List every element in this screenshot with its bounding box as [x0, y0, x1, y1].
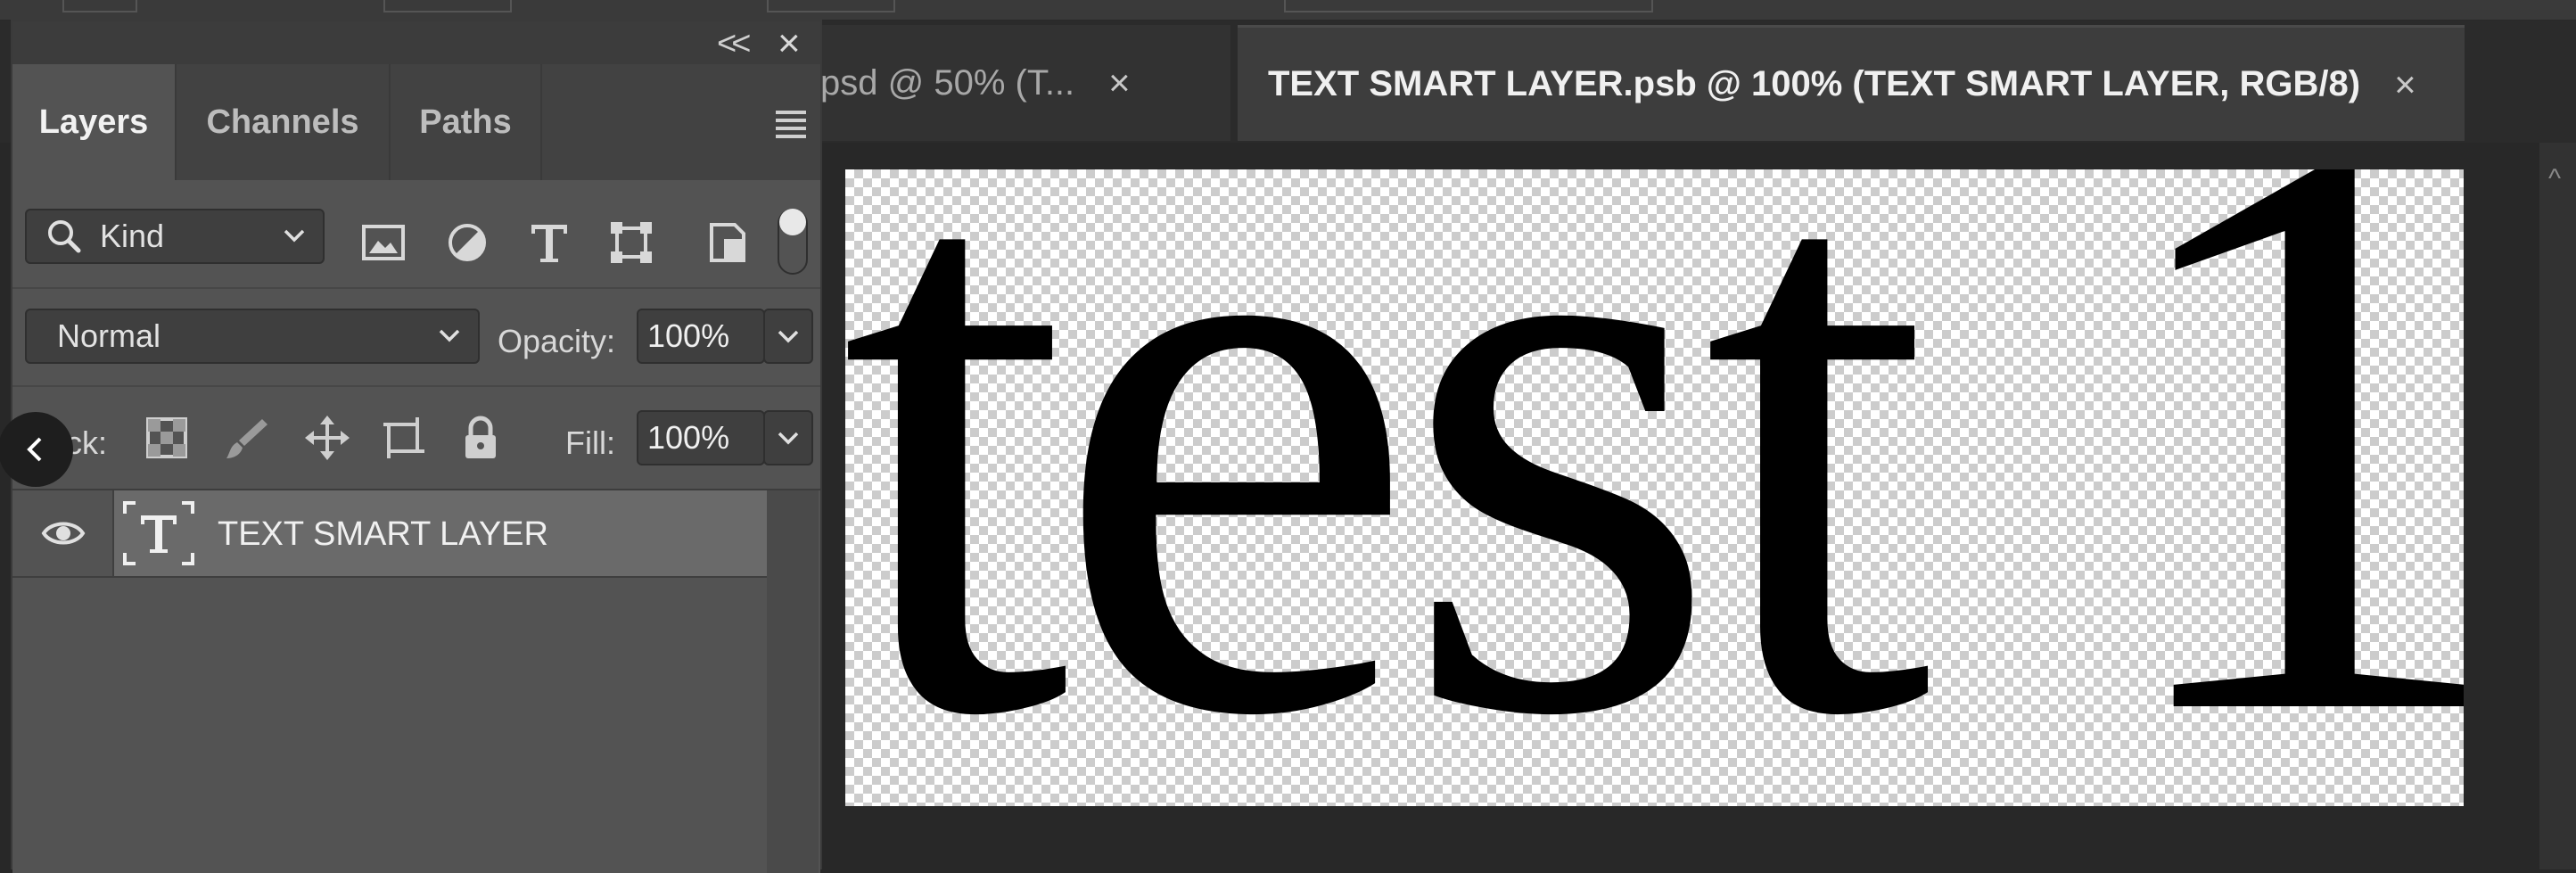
document-tab[interactable]: R.psd @ 50% (T... ×: [785, 25, 1230, 141]
smart-object-filter-icon[interactable]: [704, 219, 751, 266]
lock-transparent-icon[interactable]: [143, 414, 191, 462]
document-canvas[interactable]: test 1: [845, 169, 2464, 806]
fill-value: 100%: [647, 419, 730, 456]
chevron-down-icon: [284, 229, 305, 243]
close-icon[interactable]: ×: [778, 21, 801, 66]
document-tab-label: TEXT SMART LAYER.psb @ 100% (TEXT SMART …: [1268, 64, 2361, 103]
lock-artboard-icon[interactable]: [380, 414, 428, 462]
blend-mode-select[interactable]: Normal: [25, 309, 480, 364]
blend-row: Normal Opacity: 100%: [12, 287, 820, 387]
close-icon[interactable]: ×: [1108, 62, 1131, 104]
panel-tab-bar: Layers Channels Paths: [12, 64, 820, 180]
type-filter-icon[interactable]: [526, 219, 572, 266]
filter-kind-select[interactable]: Kind: [25, 209, 325, 264]
chevron-up-icon[interactable]: ^: [2548, 164, 2561, 194]
panel-header[interactable]: << ×: [12, 21, 820, 66]
chevron-down-icon: [778, 330, 799, 343]
chevron-left-icon: [27, 437, 42, 462]
fill-label: Fill:: [565, 424, 615, 461]
visibility-toggle[interactable]: [12, 490, 114, 576]
layer-list[interactable]: TEXT SMART LAYER: [12, 489, 820, 873]
lock-row: Lock: Fill:: [12, 385, 820, 490]
shape-filter-icon[interactable]: [608, 219, 654, 266]
close-icon[interactable]: ×: [2394, 63, 2416, 106]
layer-name: TEXT SMART LAYER: [218, 515, 548, 553]
canvas-text: test 1: [845, 169, 2464, 806]
layer-row-selected[interactable]: TEXT SMART LAYER: [12, 490, 767, 578]
chevron-down-icon: [778, 432, 799, 445]
lock-all-icon[interactable]: [457, 414, 505, 462]
options-bar-segment: [383, 0, 512, 12]
options-bar-segment: [767, 0, 895, 12]
search-icon: [48, 220, 81, 253]
layers-panel: << × Layers Channels Paths Kind Normal O…: [11, 20, 822, 873]
filter-row: Kind: [12, 182, 820, 287]
options-bar: [0, 0, 2576, 21]
opacity-label: Opacity:: [498, 323, 616, 359]
adjustment-filter-icon[interactable]: [444, 219, 490, 266]
collapse-panel-icon[interactable]: <<: [717, 25, 751, 63]
lock-image-icon[interactable]: [223, 414, 271, 462]
options-bar-segment: [62, 0, 137, 12]
document-tab-label: R.psd @ 50% (T...: [785, 62, 1075, 103]
options-bar-segment: [1284, 0, 1653, 12]
opacity-input[interactable]: 100%: [637, 309, 765, 364]
opacity-value: 100%: [647, 317, 730, 354]
panel-toggle-button[interactable]: [0, 412, 73, 487]
fill-input[interactable]: 100%: [637, 410, 765, 465]
lock-position-icon[interactable]: [303, 414, 351, 462]
chevron-down-icon: [439, 329, 460, 342]
panel-menu-icon[interactable]: [776, 111, 806, 143]
opacity-dropdown-button[interactable]: [763, 309, 813, 364]
filter-toggle-switch[interactable]: [778, 209, 808, 275]
image-filter-icon[interactable]: [360, 219, 407, 266]
fill-dropdown-button[interactable]: [763, 410, 813, 465]
document-tab-active[interactable]: TEXT SMART LAYER.psb @ 100% (TEXT SMART …: [1238, 25, 2465, 141]
tab-channels[interactable]: Channels: [177, 64, 391, 180]
eye-icon: [41, 522, 86, 545]
right-panel-strip: ^: [2539, 143, 2576, 869]
tab-layers[interactable]: Layers: [12, 64, 177, 180]
tab-paths[interactable]: Paths: [391, 64, 542, 180]
filter-kind-label: Kind: [100, 218, 165, 254]
blend-mode-label: Normal: [57, 317, 161, 354]
layer-list-scrollbar[interactable]: [767, 490, 819, 873]
type-thumbnail-icon: [123, 501, 194, 565]
